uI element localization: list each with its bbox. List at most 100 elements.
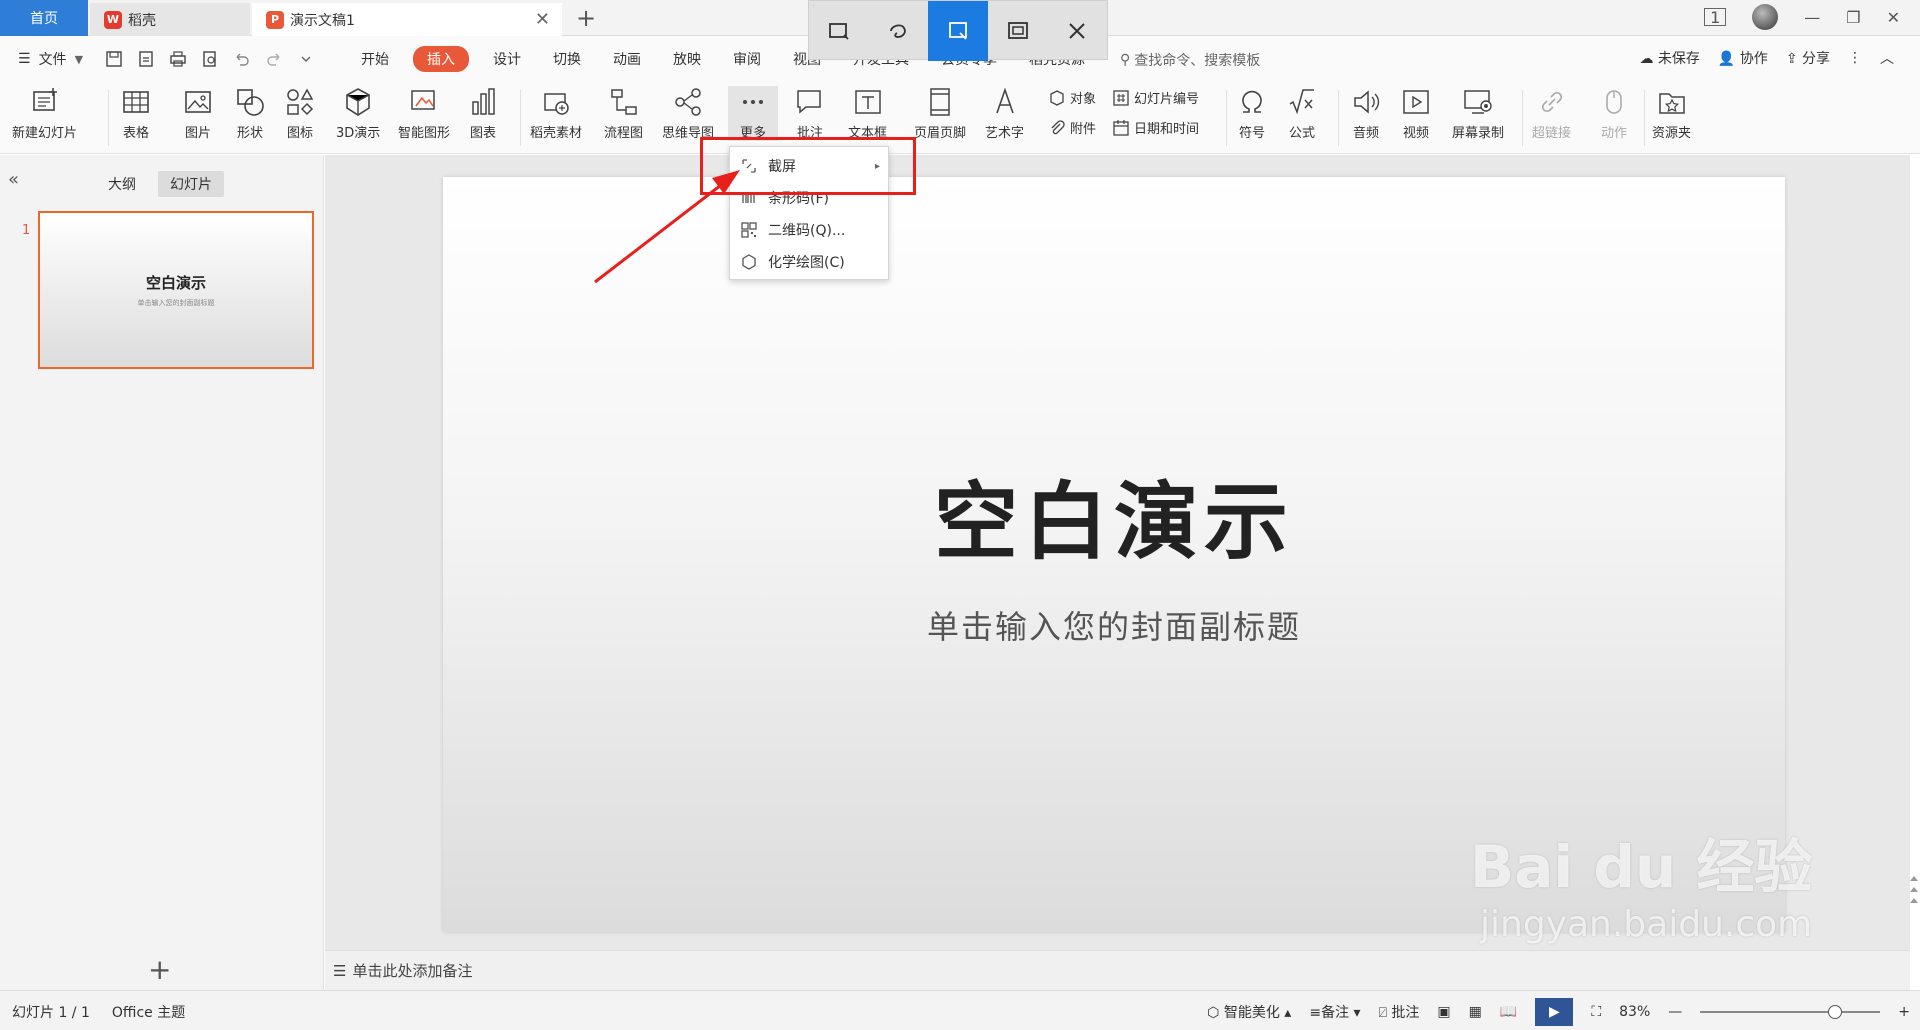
customize-toolbar-icon[interactable]: [297, 50, 315, 68]
zoom-level[interactable]: 83%: [1619, 1004, 1650, 1020]
command-search-label: 查找命令、搜索模板: [1134, 53, 1261, 69]
notes-bar[interactable]: ☰ 单击此处添加备注: [325, 950, 1910, 990]
fit-window-icon[interactable]: ⛶: [1591, 1004, 1601, 1020]
close-tab-icon[interactable]: ✕: [535, 9, 550, 30]
close-capture-button[interactable]: [1047, 1, 1107, 61]
zoom-slider-handle[interactable]: [1828, 1005, 1843, 1019]
window-count-icon[interactable]: 1: [1704, 8, 1727, 27]
tab-insert[interactable]: 插入: [413, 46, 470, 72]
table-button[interactable]: 表格: [120, 86, 152, 141]
avatar[interactable]: [1752, 4, 1779, 30]
3d-presentation-button[interactable]: 3D演示: [336, 86, 380, 141]
save-icon[interactable]: [105, 50, 123, 68]
mindmap-button[interactable]: 思维导图: [662, 86, 714, 141]
tab-daoke[interactable]: W 稻壳: [90, 3, 250, 36]
hamburger-icon[interactable]: ☰: [18, 51, 31, 67]
window-controls: 1 — ❐ ✕: [1704, 4, 1900, 30]
resource-folder-button[interactable]: 资源夹: [1652, 86, 1691, 141]
more-options-icon[interactable]: ⋮: [1848, 50, 1862, 66]
share-button[interactable]: ⇪ 分享: [1786, 48, 1830, 68]
tab-slides[interactable]: 幻灯片: [158, 171, 224, 197]
object-button[interactable]: 对象: [1048, 88, 1096, 107]
screen-record-button[interactable]: 屏幕录制: [1452, 86, 1504, 141]
tab-animation[interactable]: 动画: [597, 49, 657, 69]
slide-subtitle[interactable]: 单击输入您的封面副标题: [927, 602, 1301, 648]
zoom-out-icon[interactable]: —: [1668, 1004, 1682, 1020]
symbol-button[interactable]: 符号: [1236, 86, 1268, 141]
video-button[interactable]: 视频: [1400, 86, 1432, 141]
tab-design[interactable]: 设计: [477, 49, 537, 69]
audio-button[interactable]: 音频: [1350, 86, 1382, 141]
new-slide-button[interactable]: 新建幻灯片: [12, 86, 77, 141]
tab-start[interactable]: 开始: [345, 49, 405, 69]
file-menu[interactable]: 文件: [39, 49, 67, 69]
flowchart-button[interactable]: 流程图: [604, 86, 643, 141]
picture-button[interactable]: 图片: [182, 86, 214, 141]
comment-toggle-button[interactable]: ⍁ 批注: [1379, 1002, 1420, 1022]
play-slideshow-button[interactable]: ▶: [1535, 998, 1574, 1026]
wordart-button[interactable]: 艺术字: [985, 86, 1024, 141]
collapse-panel-icon[interactable]: «: [8, 169, 19, 190]
slide-thumbnail[interactable]: 空白演示 单击输入您的封面副标题: [38, 211, 314, 369]
collab-label: 协作: [1739, 51, 1768, 67]
chevron-down-icon[interactable]: ▼: [75, 53, 83, 66]
notes-toggle-button[interactable]: ≡备注 ▾: [1309, 1002, 1360, 1022]
icon-button[interactable]: 图标: [284, 86, 316, 141]
scrollbar[interactable]: [1910, 870, 1918, 940]
tab-slideshow[interactable]: 放映: [657, 49, 717, 69]
attachment-button[interactable]: 附件: [1048, 118, 1096, 137]
thumbnail-title: 空白演示: [145, 274, 206, 292]
slide-number-button[interactable]: 幻灯片编号: [1112, 88, 1199, 107]
shape-button[interactable]: 形状: [234, 86, 266, 141]
hyperlink-button[interactable]: 超链接: [1532, 86, 1571, 141]
print-preview-icon[interactable]: [201, 50, 219, 68]
hexagon-icon: [742, 254, 756, 270]
smart-graphic-button[interactable]: 智能图形: [398, 86, 450, 141]
undo-icon[interactable]: [233, 50, 251, 68]
minimize-icon[interactable]: —: [1804, 8, 1820, 27]
command-search[interactable]: ⚲ 查找命令、搜索模板: [1120, 50, 1260, 70]
export-pdf-icon[interactable]: [137, 50, 155, 68]
fullscreen-capture-button[interactable]: [988, 1, 1048, 61]
action-button[interactable]: 动作: [1598, 86, 1630, 141]
beautify-button[interactable]: ⬡ 智能美化 ▴: [1207, 1002, 1291, 1022]
new-tab-button[interactable]: +: [574, 4, 598, 32]
tab-outline[interactable]: 大纲: [96, 171, 148, 197]
zoom-slider[interactable]: [1700, 1005, 1881, 1019]
add-slide-button[interactable]: +: [148, 953, 171, 986]
unsaved-button[interactable]: ☁ 未保存: [1639, 48, 1699, 68]
slide[interactable]: 空白演示 单击输入您的封面副标题: [443, 177, 1785, 932]
notes-toggle-label: 备注: [1321, 1005, 1350, 1021]
formula-button[interactable]: 公式: [1286, 86, 1318, 141]
zoom-in-icon[interactable]: +: [1898, 1004, 1910, 1020]
tab-review[interactable]: 审阅: [717, 49, 777, 69]
theme-name[interactable]: Office 主题: [112, 1002, 185, 1022]
more-button[interactable]: 更多: [728, 86, 778, 141]
reading-view-icon[interactable]: 📖: [1500, 1004, 1517, 1020]
menu-item-chemistry[interactable]: 化学绘图(C): [730, 247, 890, 277]
print-icon[interactable]: [169, 50, 187, 68]
grid-view-icon[interactable]: ▦: [1469, 1004, 1482, 1020]
normal-view-icon[interactable]: ▣: [1437, 1004, 1450, 1020]
chart-button[interactable]: 图表: [467, 86, 499, 141]
collab-button[interactable]: 👤 协作: [1718, 48, 1768, 68]
comment-button[interactable]: 批注: [794, 86, 826, 141]
menu-item-qrcode[interactable]: 二维码(Q)...: [730, 215, 890, 245]
tab-home[interactable]: 首页: [0, 0, 88, 36]
tab-transition[interactable]: 切换: [537, 49, 597, 69]
resource-folder-label: 资源夹: [1652, 126, 1692, 141]
restore-icon[interactable]: ❐: [1846, 8, 1860, 27]
textbox-button[interactable]: 文本框: [848, 86, 887, 141]
close-window-icon[interactable]: ✕: [1887, 8, 1900, 27]
collapse-ribbon-icon[interactable]: ︿: [1880, 48, 1894, 68]
redo-icon[interactable]: [265, 50, 283, 68]
rect-capture-button[interactable]: [809, 1, 869, 61]
divider: [108, 90, 109, 146]
datetime-button[interactable]: 日期和时间: [1112, 118, 1199, 137]
slide-title[interactable]: 空白演示: [934, 455, 1294, 576]
window-capture-button[interactable]: [928, 1, 988, 61]
freeform-capture-button[interactable]: [869, 1, 929, 61]
tab-document[interactable]: P 演示文稿1 ✕: [252, 3, 562, 36]
header-footer-button[interactable]: 页眉页脚: [914, 86, 966, 141]
daoke-material-button[interactable]: 稻壳素材: [530, 86, 582, 141]
